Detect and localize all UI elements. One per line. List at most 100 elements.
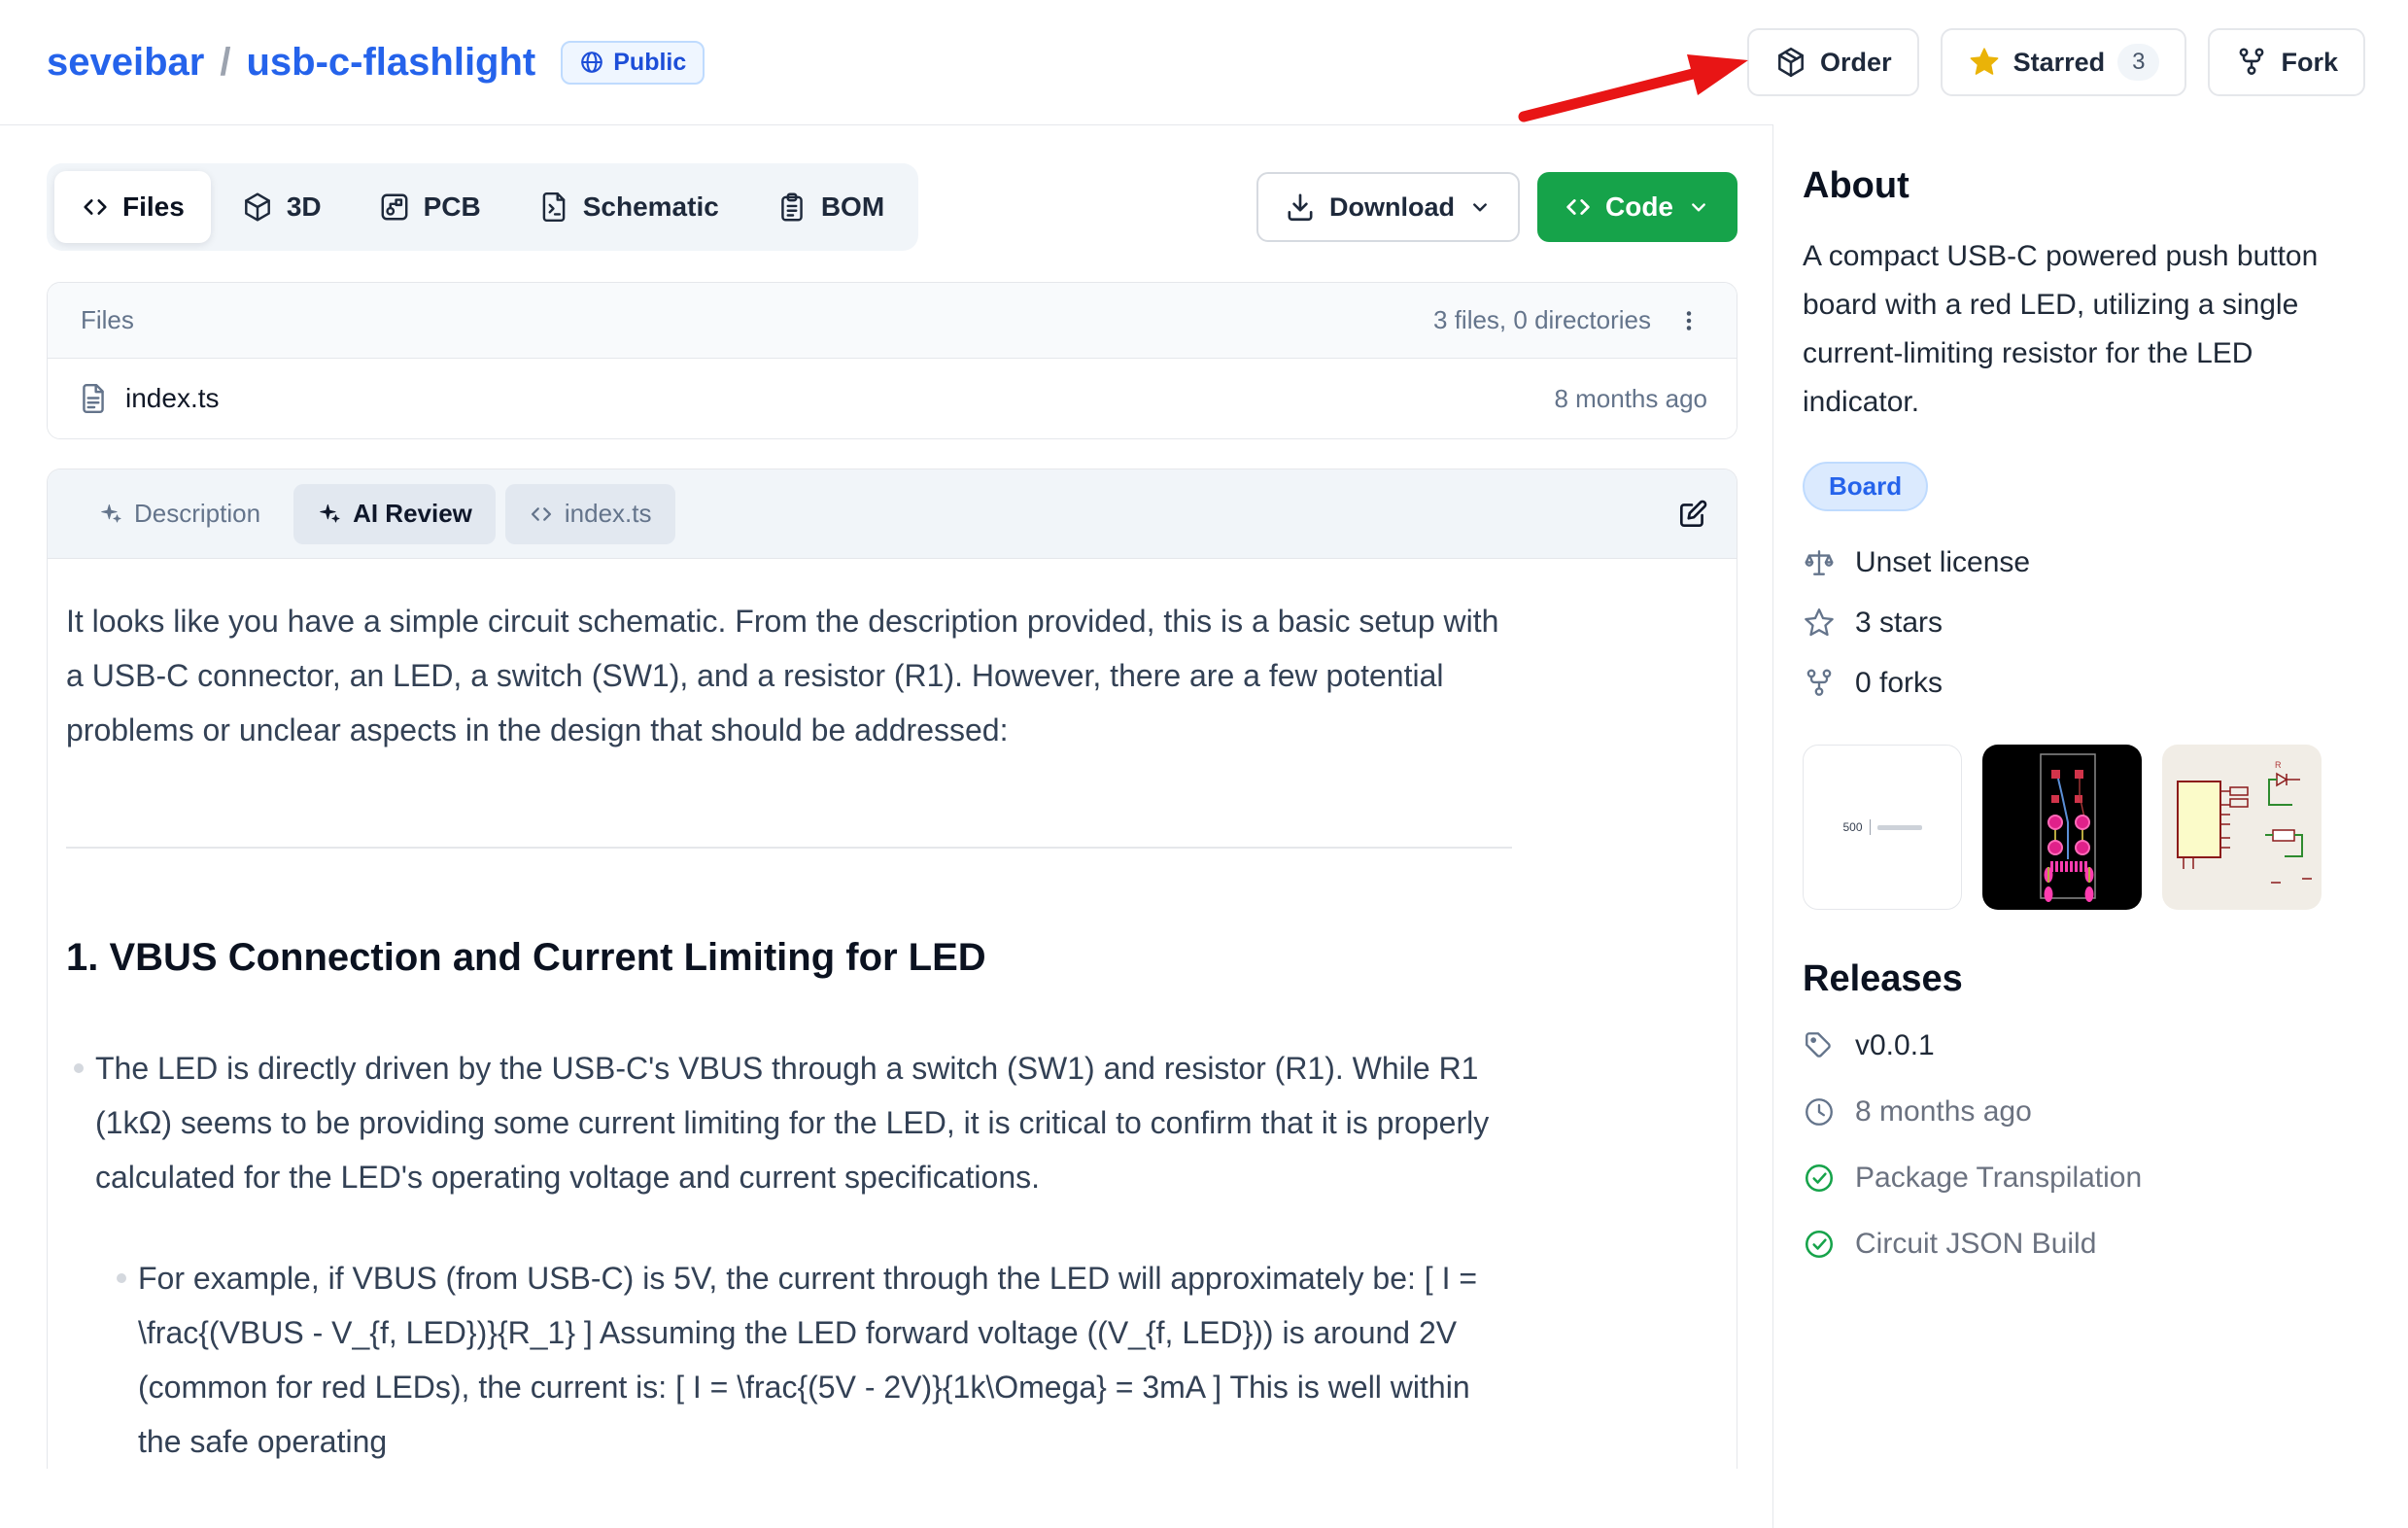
files-summary: 3 files, 0 directories — [1433, 305, 1651, 335]
review-section-heading: 1. VBUS Connection and Current Limiting … — [66, 934, 1512, 981]
release-date: 8 months ago — [1803, 1095, 2361, 1129]
check-circle-icon — [1803, 1162, 1836, 1195]
release-date-label: 8 months ago — [1855, 1095, 2032, 1129]
package-icon — [1774, 46, 1807, 79]
release-check-label: Circuit JSON Build — [1855, 1228, 2096, 1261]
board-tag[interactable]: Board — [1803, 462, 1928, 511]
files-card-header: Files 3 files, 0 directories — [48, 283, 1737, 359]
tab-bom-label: BOM — [821, 191, 884, 223]
download-button-label: Download — [1329, 192, 1455, 223]
star-icon — [1968, 46, 2001, 79]
kebab-menu-icon[interactable] — [1674, 306, 1703, 335]
license-stat: Unset license — [1803, 546, 2361, 579]
fork-icon — [1803, 667, 1836, 700]
breadcrumb-separator: / — [220, 41, 230, 85]
star-button[interactable]: Starred 3 — [1941, 28, 2187, 96]
table-row[interactable]: index.ts 8 months ago — [48, 359, 1737, 438]
tab-schematic[interactable]: Schematic — [511, 171, 745, 243]
schematic-preview-graphic: R — [2162, 745, 2322, 910]
tab-pcb[interactable]: PCB — [352, 171, 507, 243]
fork-button[interactable]: Fork — [2208, 28, 2365, 96]
view-toolbar: Files 3D PCB — [47, 163, 1737, 251]
list-item: For example, if VBUS (from USB-C) is 5V,… — [117, 1251, 1512, 1469]
pcb-preview-thumbnail[interactable] — [1982, 745, 2142, 910]
files-card: Files 3 files, 0 directories — [47, 282, 1737, 439]
about-description: A compact USB-C powered push button boar… — [1803, 232, 2361, 427]
star-outline-icon — [1803, 607, 1836, 640]
repo-owner-link[interactable]: seveibar — [47, 41, 204, 85]
forks-label: 0 forks — [1855, 667, 1943, 700]
cube-icon — [241, 191, 274, 224]
breadcrumb: seveibar / usb-c-flashlight Public — [47, 41, 705, 85]
repo-actions: Order Starred 3 Fork — [1747, 28, 2365, 96]
tab-index-ts[interactable]: index.ts — [505, 484, 675, 544]
tab-files[interactable]: Files — [54, 171, 211, 243]
code-button-label: Code — [1605, 191, 1673, 223]
release-check-label: Package Transpilation — [1855, 1162, 2142, 1195]
code-button[interactable]: Code — [1537, 172, 1737, 242]
sparkles-icon — [98, 502, 123, 527]
repository-page: seveibar / usb-c-flashlight Public Order — [0, 0, 2408, 1528]
page-layout: Files 3D PCB — [0, 124, 2408, 1469]
clipboard-icon — [775, 191, 808, 224]
pcb-preview-graphic — [1982, 745, 2142, 910]
star-count-badge: 3 — [2117, 44, 2159, 81]
file-icon — [77, 382, 110, 415]
star-button-label: Starred — [2013, 48, 2106, 78]
release-check-transpilation: Package Transpilation — [1803, 1162, 2361, 1195]
review-bullet-list: The LED is directly driven by the USB-C'… — [66, 1041, 1512, 1469]
tab-3d[interactable]: 3D — [215, 171, 348, 243]
header-divider — [0, 124, 1772, 125]
download-icon — [1284, 191, 1317, 224]
list-item: The LED is directly driven by the USB-C'… — [74, 1041, 1512, 1469]
scales-icon — [1803, 546, 1836, 579]
fork-button-label: Fork — [2281, 48, 2338, 78]
clock-icon — [1803, 1095, 1836, 1129]
pcb-icon — [378, 191, 411, 224]
tab-ai-review[interactable]: AI Review — [293, 484, 496, 544]
chevron-down-icon — [1686, 194, 1711, 220]
check-circle-icon — [1803, 1228, 1836, 1261]
release-version-label: v0.0.1 — [1855, 1029, 1935, 1062]
content-divider — [66, 847, 1512, 849]
stars-stat[interactable]: 3 stars — [1803, 607, 2361, 640]
edit-pencil-icon — [1676, 498, 1709, 531]
order-button[interactable]: Order — [1747, 28, 1919, 96]
tab-pcb-label: PCB — [424, 191, 481, 223]
file-name[interactable]: index.ts — [125, 383, 220, 414]
code-brackets-icon — [81, 192, 110, 222]
top-bar: seveibar / usb-c-flashlight Public Order — [0, 0, 2408, 124]
edit-button[interactable] — [1676, 498, 1709, 531]
tab-description[interactable]: Description — [75, 484, 284, 544]
svg-text:R: R — [2275, 760, 2282, 770]
tab-index-ts-label: index.ts — [565, 499, 652, 529]
visibility-badge: Public — [561, 41, 705, 85]
code-brackets-icon — [1564, 192, 1593, 222]
release-list: v0.0.1 8 months ago Package Transpilatio… — [1803, 1029, 2361, 1261]
preview-thumbnails: 500 — [1803, 745, 2361, 910]
files-card-title: Files — [81, 305, 134, 335]
schematic-preview-thumbnail[interactable]: R — [2162, 745, 2322, 910]
release-version[interactable]: v0.0.1 — [1803, 1029, 2361, 1062]
sidebar-divider — [1772, 124, 1773, 1528]
view-tabs: Files 3D PCB — [47, 163, 918, 251]
tab-ai-review-label: AI Review — [353, 499, 472, 529]
tab-files-label: Files — [122, 191, 185, 223]
about-title: About — [1803, 165, 2361, 207]
tab-3d-label: 3D — [287, 191, 322, 223]
stars-label: 3 stars — [1855, 607, 1943, 640]
release-check-circuit-json: Circuit JSON Build — [1803, 1228, 2361, 1261]
tab-description-label: Description — [134, 499, 260, 529]
forks-stat[interactable]: 0 forks — [1803, 667, 2361, 700]
file-updated: 8 months ago — [1554, 384, 1707, 414]
repo-name-link[interactable]: usb-c-flashlight — [246, 41, 535, 85]
3d-preview-thumbnail[interactable]: 500 — [1803, 745, 1962, 910]
error-500-placeholder: 500 — [1842, 819, 1921, 835]
tab-bom[interactable]: BOM — [749, 171, 911, 243]
repo-stats: Unset license 3 stars 0 forks — [1803, 546, 2361, 700]
chevron-down-icon — [1467, 194, 1493, 220]
readme-panel: Description AI Review index.ts — [47, 469, 1737, 1469]
download-button[interactable]: Download — [1256, 172, 1520, 242]
tab-schematic-label: Schematic — [583, 191, 719, 223]
ai-review-content: It looks like you have a simple circuit … — [48, 559, 1737, 1469]
